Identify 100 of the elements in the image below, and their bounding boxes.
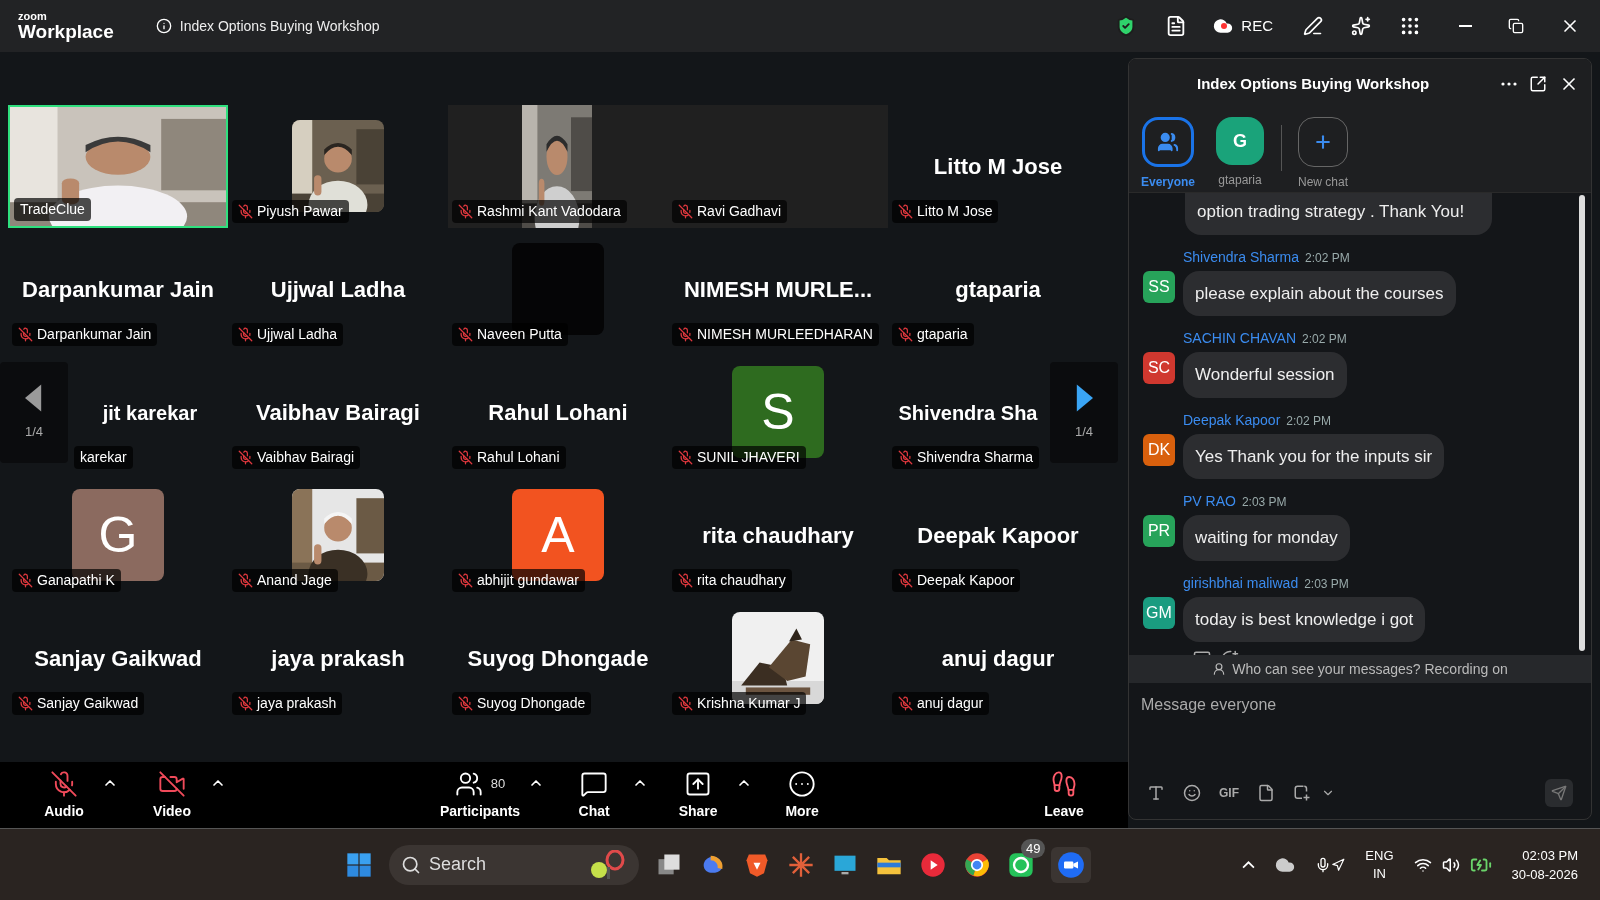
meeting-title: Index Options Buying Workshop xyxy=(179,16,380,36)
participant-name: Sanjay Gaikwad xyxy=(37,694,139,713)
participant-tile[interactable]: TradeClue xyxy=(8,105,228,228)
sender-name: girishbhai maliwad xyxy=(1183,573,1299,593)
pop-out-button[interactable] xyxy=(1529,75,1547,93)
grid-icon xyxy=(1399,15,1421,37)
person-icon xyxy=(1212,662,1227,676)
more-icon xyxy=(788,769,817,798)
clock[interactable]: 02:03 PM 30-08-2026 xyxy=(1511,845,1578,884)
participant-name: TradeClue xyxy=(20,200,85,219)
participant-tile[interactable]: Ravi Gadhavi xyxy=(668,105,888,228)
participant-display-name: Suyog Dhongade xyxy=(467,645,649,673)
chat-button[interactable]: Chat xyxy=(556,764,633,826)
app-logo: zoom Workplace xyxy=(18,11,114,41)
more-button[interactable] xyxy=(1501,82,1517,86)
participant-name: Anand Jage xyxy=(257,571,332,590)
more-button[interactable]: More xyxy=(764,764,841,826)
sender-initials: DK xyxy=(1147,439,1171,460)
participant-name: abhijit gundawar xyxy=(477,571,579,590)
video-camera-icon xyxy=(1057,850,1085,879)
participants-button[interactable]: 80 Participants xyxy=(432,764,529,826)
send-button[interactable] xyxy=(1545,779,1573,807)
notification-badge: 49 xyxy=(1021,838,1046,858)
apps-button[interactable] xyxy=(1399,15,1421,37)
search-field[interactable]: Search xyxy=(389,844,639,885)
message-bubble: please explain about the courses xyxy=(1183,270,1456,316)
ai-button[interactable] xyxy=(1351,16,1371,36)
participant-name: jaya prakash xyxy=(257,694,337,713)
avatar-initial: G xyxy=(1233,129,1247,153)
participant-name: Rahul Lohani xyxy=(477,448,560,467)
leave-button[interactable]: Leave xyxy=(1026,764,1102,826)
participant-display-name: Ujjwal Ladha xyxy=(270,276,406,304)
restore-icon xyxy=(1508,18,1524,34)
restore-button[interactable] xyxy=(1508,18,1524,34)
text-format-icon xyxy=(1147,784,1165,802)
participant-display-name: Litto M Jose xyxy=(933,153,1063,181)
message-input[interactable]: Message everyone xyxy=(1141,693,1579,717)
sender-initials: PR xyxy=(1147,521,1171,541)
group-icon xyxy=(1157,131,1179,153)
record-button[interactable]: REC xyxy=(1213,14,1273,38)
more-icon xyxy=(1501,82,1517,86)
screenshot-icon xyxy=(1293,784,1311,802)
sender-name: Deepak Kapoor xyxy=(1183,410,1281,430)
avatar-initial: S xyxy=(761,387,795,437)
language-indicator[interactable]: ENG IN xyxy=(1365,846,1394,883)
participant-display-name: Darpankumar Jain xyxy=(22,276,214,304)
video-button[interactable]: Video xyxy=(134,764,210,826)
format-button[interactable] xyxy=(1147,784,1165,802)
gif-button[interactable]: GIF xyxy=(1219,784,1239,802)
minimize-icon xyxy=(1459,25,1472,27)
participant-name: Piyush Pawar xyxy=(257,202,343,221)
participant-name: anuj dagur xyxy=(917,694,984,713)
participant-name: NIMESH MURLEEDHARAN xyxy=(697,325,873,344)
screenshot-button[interactable] xyxy=(1293,784,1311,802)
sender-initials: SC xyxy=(1147,358,1171,378)
chat-tab[interactable]: G gtaparia xyxy=(1209,117,1271,189)
participant-display-name: NIMESH MURLE... xyxy=(683,276,873,304)
start-button[interactable] xyxy=(345,850,373,879)
audio-button[interactable]: Audio xyxy=(26,764,102,826)
asterisk-icon xyxy=(787,850,815,879)
participant-display-name: Sanjay Gaikwad xyxy=(34,645,202,673)
smile-icon xyxy=(1183,784,1201,802)
participant-tile[interactable]: Rashmi Kant Vadodara xyxy=(448,105,668,228)
file-icon xyxy=(1257,784,1275,802)
chat-title: Index Options Buying Workshop xyxy=(1197,73,1430,94)
avatar-initial: A xyxy=(541,510,575,560)
sender-name: PV RAO xyxy=(1183,492,1236,511)
pop-out-icon xyxy=(1529,75,1547,93)
participant-name: Deepak Kapoor xyxy=(917,571,1015,590)
sender-initials: GM xyxy=(1146,602,1172,623)
participant-name: Shivendra Sharma xyxy=(917,448,1033,467)
avatar-initial: G xyxy=(98,510,138,560)
participant-display-name: jit karekar xyxy=(102,401,198,426)
participant-name: Ujjwal Ladha xyxy=(257,325,338,344)
participant-name: Ravi Gadhavi xyxy=(697,202,782,221)
file-button[interactable] xyxy=(1257,784,1275,802)
message-bubble: Yes Thank you for the inputs sir xyxy=(1183,433,1445,479)
next-page-button[interactable]: 1/4 xyxy=(1050,362,1118,463)
right-triangle-icon xyxy=(1075,383,1093,412)
leave-icon xyxy=(1050,769,1078,798)
cloud-icon xyxy=(1213,16,1234,36)
four-squares-icon xyxy=(345,850,373,879)
participant-display-name: anuj dagur xyxy=(941,645,1055,673)
pen-icon xyxy=(1303,16,1323,36)
message-bubble: option trading strategy . Thank You! xyxy=(1185,193,1493,235)
previous-page-button[interactable]: 1/4 xyxy=(0,362,68,463)
annotate-button[interactable] xyxy=(1303,16,1323,36)
emoji-button[interactable] xyxy=(1183,784,1201,802)
message-bubble: today is best knowledge i got xyxy=(1183,596,1426,642)
participant-display-name: Rahul Lohani xyxy=(488,399,628,427)
caret-icon xyxy=(1242,860,1256,869)
message-time: 2:02 PM xyxy=(1302,331,1347,348)
participant-count: 80 xyxy=(490,774,506,793)
participant-name: gtaparia xyxy=(917,325,968,344)
search-icon xyxy=(401,854,421,875)
message-time: 2:02 PM xyxy=(1304,249,1350,267)
message-time: 2:03 PM xyxy=(1241,494,1287,511)
share-button[interactable]: Share xyxy=(660,764,737,826)
location-icon xyxy=(1331,857,1346,872)
participant-name: Suyog Dhongade xyxy=(477,694,586,713)
